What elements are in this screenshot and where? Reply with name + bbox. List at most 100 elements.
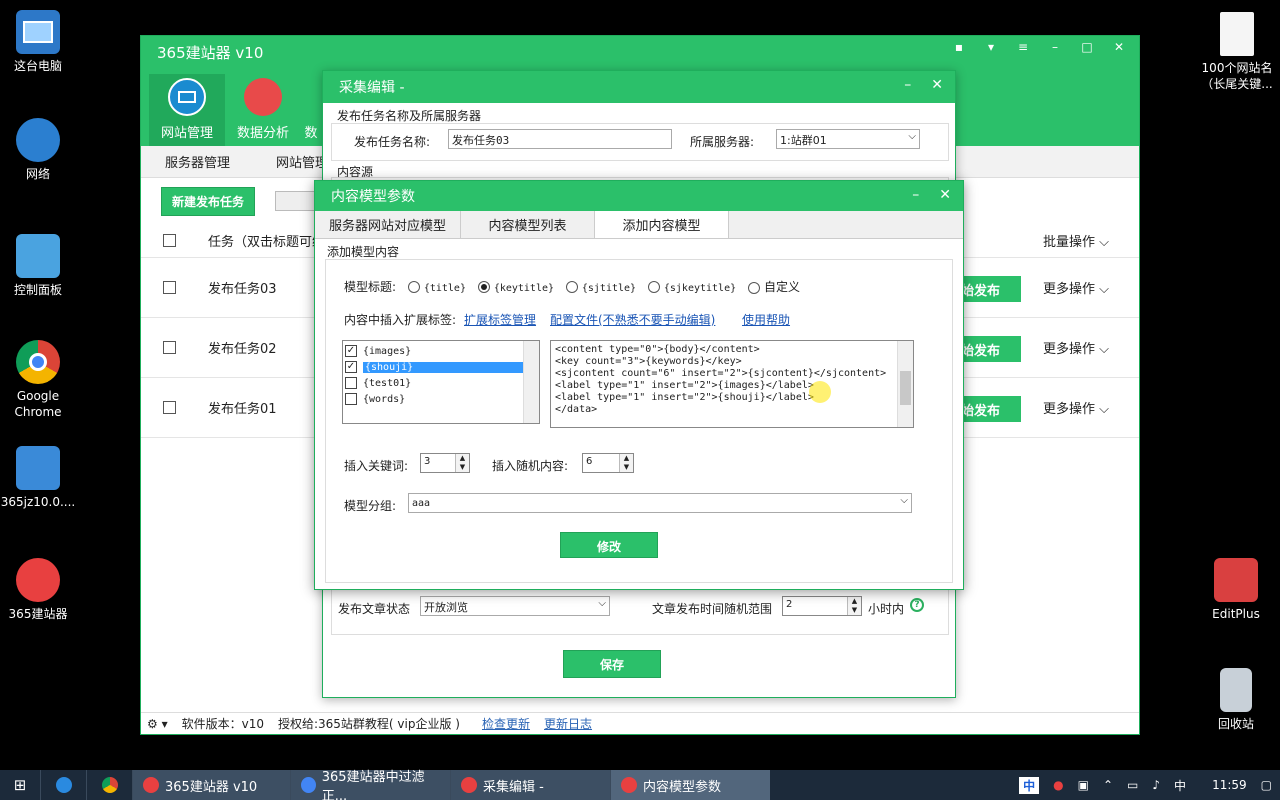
nav-data-analysis[interactable]: 数据分析 (225, 74, 301, 146)
shirt-icon[interactable]: ▾ (983, 40, 999, 54)
ext-tag-manage-link[interactable]: 扩展标签管理 (464, 311, 536, 328)
time-unit-label: 小时内 (868, 602, 905, 616)
keyword-count-spinner[interactable]: 3 ▲ ▼ (420, 453, 470, 473)
list-item[interactable]: {test01} (343, 375, 539, 391)
article-status-select[interactable]: 开放浏览 ⌵ (420, 596, 610, 616)
more-ops-dropdown[interactable]: 更多操作 ⌵ (1043, 278, 1109, 297)
notification-icon[interactable]: ▢ (1261, 778, 1272, 792)
ie-button[interactable] (40, 770, 86, 800)
tab-server-model[interactable]: 服务器网站对应模型 (315, 211, 462, 238)
keyword-count-label: 插入关键词: (344, 459, 409, 473)
radio-custom[interactable]: 自定义 (748, 278, 800, 295)
batch-ops-dropdown[interactable]: 批量操作 ⌵ (1043, 231, 1109, 250)
radio-keytitle[interactable]: {keytitle} (477, 280, 554, 294)
taskbar-item[interactable]: 365建站器 v10 (132, 770, 290, 800)
section-title: 发布任务名称及所属服务器 (337, 109, 482, 123)
desktop-icon-document[interactable]: 100个网站名（长尾关键... (1198, 12, 1276, 92)
random-content-spinner[interactable]: 6 ▲ ▼ (582, 453, 634, 473)
subnav-server-management[interactable]: 服务器管理 (165, 152, 230, 171)
ime-icon[interactable]: 中 (1019, 776, 1040, 794)
language-indicator[interactable]: 中 (1174, 777, 1186, 794)
row-checkbox[interactable] (163, 341, 176, 354)
time-range-spinner[interactable]: 2 ▲ ▼ (782, 596, 862, 616)
tag-listbox[interactable]: ✓ {images} ✓ {shouji} {test01} {words} (342, 340, 540, 424)
close-icon[interactable]: ✕ (1111, 40, 1127, 54)
desktop-icon-installer[interactable]: 365jz10.0.... (0, 446, 76, 510)
check-update-link[interactable]: 检查更新 (482, 715, 530, 732)
chat-icon[interactable]: ▪ (951, 40, 967, 54)
taskbar-item[interactable]: 采集编辑 - (450, 770, 610, 800)
nav-site-management[interactable]: 网站管理 (149, 74, 225, 146)
desktop-icon-label: EditPlus (1212, 607, 1260, 621)
radio-title[interactable]: {title} (408, 280, 466, 294)
minimize-icon[interactable]: – (904, 77, 911, 93)
modify-button[interactable]: 修改 (560, 532, 658, 558)
help-link[interactable]: 使用帮助 (742, 311, 790, 328)
radio-sjtitle[interactable]: {sjtitle} (566, 280, 636, 294)
select-all-checkbox[interactable] (163, 234, 176, 247)
taskbar-item[interactable]: 内容模型参数 (610, 770, 770, 800)
subnav-site-management[interactable]: 网站管理 (276, 152, 328, 171)
save-button[interactable]: 保存 (563, 650, 661, 678)
help-icon[interactable]: ? (910, 598, 924, 612)
desktop-icon-chrome[interactable]: Google Chrome (0, 340, 76, 420)
new-task-button[interactable]: 新建发布任务 (161, 186, 256, 216)
config-file-link[interactable]: 配置文件(不熟悉不要手动编辑) (550, 311, 715, 328)
menu-icon[interactable]: ≡ (1015, 40, 1031, 54)
publish-button[interactable]: 始发布 (959, 396, 1021, 422)
ie-icon (55, 777, 72, 793)
list-item[interactable]: ✓ {shouji} (343, 359, 539, 375)
code-line: <label type="1" insert="2">{shouji}</lab… (555, 392, 814, 403)
listbox-scrollbar[interactable] (523, 341, 539, 423)
time-range-label: 文章发布时间随机范围 (652, 602, 773, 616)
list-item[interactable]: ✓ {images} (343, 343, 539, 359)
publish-button[interactable]: 始发布 (959, 336, 1021, 362)
close-icon[interactable]: ✕ (939, 187, 951, 203)
chrome-button[interactable] (86, 770, 132, 800)
close-icon[interactable]: ✕ (931, 77, 943, 93)
tab-add-model[interactable]: 添加内容模型 (595, 211, 730, 238)
template-code-editor[interactable]: <content type="0">{body}</content> <key … (550, 340, 914, 428)
apple-tray-icon[interactable]: ● (1053, 778, 1063, 792)
chrome-icon (101, 777, 118, 793)
nav-more[interactable]: 数 (301, 74, 321, 146)
desktop-icon-label: 100个网站名（长尾关键... (1201, 61, 1273, 91)
taskbar-item[interactable]: 365建站器中过滤正... (290, 770, 450, 800)
window-controls: ▪ ▾ ≡ – □ ✕ (951, 40, 1127, 54)
desktop-icon-editplus[interactable]: EditPlus (1198, 558, 1274, 622)
tab-model-list[interactable]: 内容模型列表 (461, 211, 596, 238)
server-select[interactable]: 1:站群01 ⌵ (776, 129, 920, 149)
title-radio-group: {title} {keytitle} {sjtitle} {sjkeytitle… (408, 278, 800, 295)
radio-sjkeytitle[interactable]: {sjkeytitle} (648, 280, 736, 294)
clock[interactable]: 11:59 (1212, 778, 1247, 792)
desktop-icon-this-pc[interactable]: 这台电脑 (0, 10, 76, 74)
window-tray-icon[interactable]: ▣ (1078, 778, 1089, 792)
minimize-icon[interactable]: – (912, 187, 919, 203)
more-ops-dropdown[interactable]: 更多操作 ⌵ (1043, 398, 1109, 417)
settings-icon[interactable]: ⚙ ▾ (147, 717, 168, 731)
code-line: <content type="0">{body}</content> (555, 344, 760, 355)
editor-scrollbar[interactable] (897, 341, 913, 427)
start-button[interactable]: ⊞ (0, 770, 40, 800)
code-line: </data> (555, 404, 598, 415)
network-tray-icon[interactable]: ▭ (1127, 778, 1138, 792)
list-item[interactable]: {words} (343, 391, 539, 407)
title-label: 模型标题: (344, 280, 397, 294)
task-name-input[interactable]: 发布任务03 (448, 129, 672, 149)
code-line: <sjcontent count="6" insert="2">{sjconte… (555, 368, 887, 379)
maximize-icon[interactable]: □ (1079, 40, 1095, 54)
desktop-icon-365[interactable]: 365建站器 (0, 558, 76, 622)
model-group-select[interactable]: aaa ⌵ (408, 493, 912, 513)
desktop-icon-network[interactable]: 网络 (0, 118, 76, 182)
chevron-up-icon[interactable]: ⌃ (1103, 778, 1113, 792)
update-log-link[interactable]: 更新日志 (544, 715, 592, 732)
row-checkbox[interactable] (163, 281, 176, 294)
minimize-icon[interactable]: – (1047, 40, 1063, 54)
more-ops-dropdown[interactable]: 更多操作 ⌵ (1043, 338, 1109, 357)
volume-icon[interactable]: ♪ (1152, 778, 1160, 792)
row-checkbox[interactable] (163, 401, 176, 414)
publish-button[interactable]: 始发布 (959, 276, 1021, 302)
desktop-icon-label: 网络 (25, 167, 50, 181)
desktop-icon-recycle-bin[interactable]: 回收站 (1198, 668, 1274, 732)
desktop-icon-control-panel[interactable]: 控制面板 (0, 234, 76, 298)
